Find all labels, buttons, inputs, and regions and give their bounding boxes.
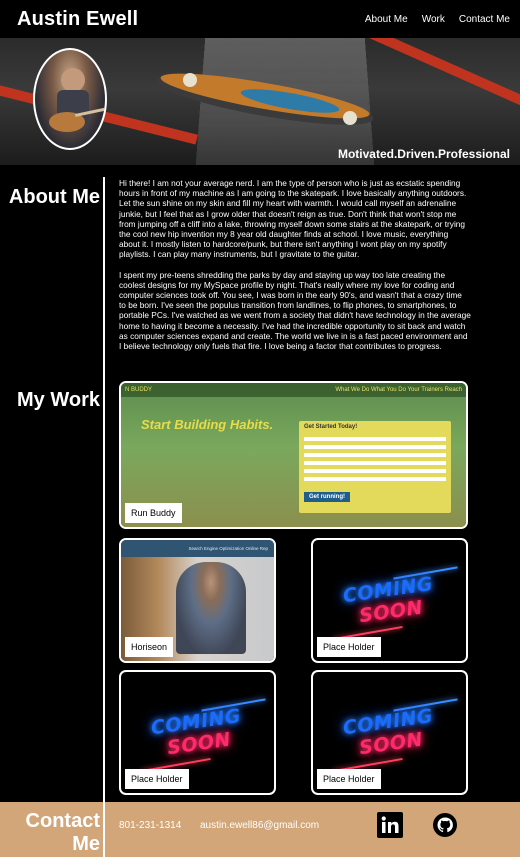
hero-tagline: Motivated.Driven.Professional	[337, 147, 510, 161]
project-card-run-buddy[interactable]: N BUDDY What We Do What You Do Your Trai…	[119, 381, 468, 529]
section-divider	[103, 177, 105, 857]
project-card-placeholder[interactable]: COMING SOON Place Holder	[119, 670, 276, 795]
nav-link-about[interactable]: About Me	[365, 14, 408, 25]
run-buddy-headline: Start Building Habits.	[141, 417, 274, 432]
project-label: Run Buddy	[125, 503, 182, 523]
contact-phone[interactable]: 801-231-1314	[119, 820, 181, 831]
github-icon[interactable]	[432, 812, 458, 838]
run-buddy-form-title: Get Started Today!	[304, 424, 358, 430]
skateboard-image	[156, 73, 374, 125]
run-buddy-brand: N BUDDY	[125, 387, 153, 393]
road-stripe-right	[366, 38, 520, 119]
about-text: Hi there! I am not your average nerd. I …	[119, 178, 471, 361]
project-card-placeholder[interactable]: COMING SOON Place Holder	[311, 670, 468, 795]
project-label: Horiseon	[125, 637, 174, 657]
profile-avatar	[33, 48, 107, 150]
horiseon-preview-nav: Search Engine Optimization Online Rep	[121, 540, 274, 557]
site-brand[interactable]: Austin Ewell	[17, 8, 138, 31]
contact-section: Contact Me 801-231-1314 austin.ewell86@g…	[0, 802, 520, 857]
project-card-horiseon[interactable]: Search Engine Optimization Online Rep Ho…	[119, 538, 276, 663]
project-card-placeholder[interactable]: COMING SOON Place Holder	[311, 538, 468, 663]
contact-divider	[103, 802, 105, 857]
work-title: My Work	[17, 389, 100, 411]
run-buddy-form-button: Get running!	[304, 492, 350, 502]
contact-title: Contact Me	[25, 810, 100, 855]
linkedin-icon[interactable]	[377, 812, 403, 838]
run-buddy-form-preview: Get Started Today! Get running!	[299, 421, 451, 513]
project-label: Place Holder	[317, 769, 381, 789]
about-paragraph: I spent my pre-teens shredding the parks…	[119, 269, 471, 352]
project-label: Place Holder	[317, 637, 381, 657]
top-nav: Austin Ewell About Me Work Contact Me	[0, 0, 520, 38]
contact-email[interactable]: austin.ewell86@gmail.com	[200, 820, 319, 831]
about-title: About Me	[8, 186, 100, 208]
nav-link-work[interactable]: Work	[422, 14, 445, 25]
run-buddy-preview-nav: N BUDDY What We Do What You Do Your Trai…	[121, 383, 466, 397]
about-paragraph: Hi there! I am not your average nerd. I …	[119, 178, 467, 260]
nav-links: About Me Work Contact Me	[365, 14, 510, 25]
project-label: Place Holder	[125, 769, 189, 789]
run-buddy-nav-links: What We Do What You Do Your Trainers Rea…	[335, 387, 462, 393]
nav-link-contact[interactable]: Contact Me	[459, 14, 510, 25]
horiseon-person-image	[176, 562, 246, 654]
hero-banner: Motivated.Driven.Professional	[0, 38, 520, 165]
